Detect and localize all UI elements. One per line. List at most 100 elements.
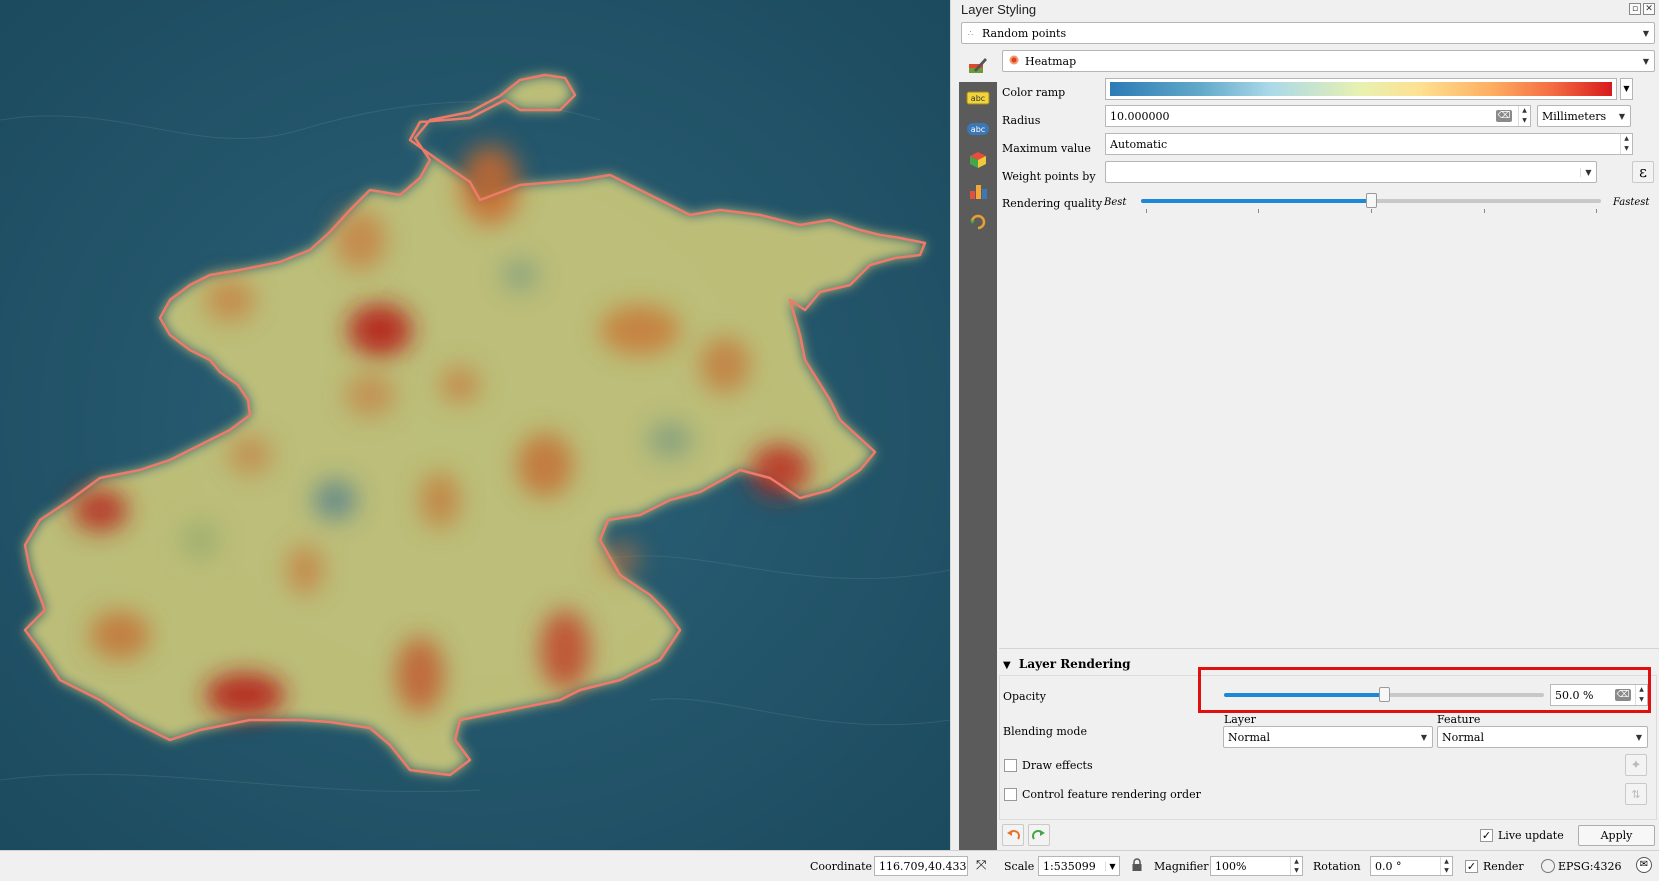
opacity-label: Opacity [1003,690,1046,703]
magnifier-input[interactable]: 100% ▲ ▼ [1210,856,1303,876]
coordinate-label: Coordinate [810,860,873,873]
max-value-label: Maximum value [1002,142,1091,155]
label-blue-icon[interactable]: abc [959,113,997,144]
chevron-down-icon: ▼ [1642,56,1650,66]
layer-blend-select[interactable]: Normal ▼ [1223,726,1433,748]
coordinate-input[interactable]: 116.709,40.433 [874,856,968,876]
svg-text:abc: abc [971,94,985,103]
draw-effects-label: Draw effects [1022,759,1093,772]
lock-icon[interactable] [1131,858,1143,872]
slider-tick [1371,209,1372,213]
chevron-down-icon: ▼ [1105,861,1119,871]
feature-blend-select[interactable]: Normal ▼ [1437,726,1648,748]
clear-icon[interactable]: ⌫ [1496,110,1512,122]
radius-unit-value: Millimeters [1542,109,1607,123]
map-canvas[interactable] [0,0,950,850]
rotation-spinner[interactable]: ▲ ▼ [1440,857,1452,875]
blend-layer-label: Layer [1224,713,1256,726]
messages-icon[interactable]: ✉ [1636,857,1652,873]
slider-tick [1596,209,1597,213]
quality-label: Rendering quality [1002,197,1103,210]
chevron-down-icon: ▼ [1580,167,1596,177]
expression-icon[interactable]: ε [1632,161,1654,183]
close-icon[interactable]: ✕ [1643,3,1655,15]
heatmap-icon [1003,55,1019,68]
rotation-label: Rotation [1313,860,1361,873]
layer-rendering-header[interactable]: ▼ Layer Rendering [1003,657,1131,671]
layer-select[interactable]: ∴ Random points ▼ [961,22,1655,44]
scale-select[interactable]: 1:535099 ▼ [1038,856,1120,876]
paintbrush-icon[interactable] [963,54,991,78]
float-icon[interactable]: ▫ [1629,3,1641,15]
chevron-down-icon: ▼ [1642,28,1650,38]
panel-splitter[interactable] [950,0,959,850]
chevron-down-icon: ▼ [1420,732,1428,742]
scale-label: Scale [1004,860,1035,873]
section-divider [999,648,1659,649]
magnifier-label: Magnifier [1154,860,1209,873]
radius-spinner[interactable]: ▲ ▼ [1518,106,1530,126]
3d-cube-icon[interactable] [959,144,997,175]
color-ramp-label: Color ramp [1002,86,1066,99]
slider-tick [1484,209,1485,213]
color-ramp-button[interactable] [1105,78,1617,100]
quality-slider-fill [1141,199,1371,203]
radius-input[interactable]: 10.000000 ⌫ ▲ ▼ [1105,105,1531,127]
opacity-highlight-box [1198,667,1651,713]
blending-mode-label: Blending mode [1003,725,1087,738]
slider-tick [1146,209,1147,213]
renderer-select[interactable]: Heatmap ▼ [1002,50,1655,72]
globe-icon[interactable] [1541,859,1555,873]
quality-slider[interactable] [1141,193,1601,213]
renderer-value: Heatmap [1025,54,1077,68]
diagram-icon[interactable] [959,175,997,206]
render-checkbox[interactable]: ✓ [1465,860,1478,873]
slider-tick [1258,209,1259,213]
rotation-value: 0.0 ° [1375,859,1402,873]
weight-label: Weight points by [1002,170,1096,183]
effects-star-icon[interactable]: ✦ [1625,754,1647,776]
scale-value: 1:535099 [1043,859,1096,873]
panel-title: Layer Styling [961,2,1037,17]
magnifier-value: 100% [1215,859,1247,873]
quality-slider-handle[interactable] [1366,193,1377,208]
svg-text:abc: abc [971,125,985,134]
radius-label: Radius [1002,114,1041,127]
weight-select[interactable]: ▼ [1105,161,1597,183]
control-order-label: Control feature rendering order [1022,788,1201,801]
live-update-checkbox[interactable]: ✓ [1480,829,1493,842]
max-value-value: Automatic [1110,137,1168,151]
rotation-input[interactable]: 0.0 ° ▲ ▼ [1370,856,1453,876]
quality-fastest-label: Fastest [1613,197,1650,208]
layer-select-value: Random points [982,26,1067,40]
history-icon[interactable] [959,206,997,237]
style-tab-strip: abc abc [959,82,997,850]
feature-blend-value: Normal [1442,730,1485,744]
draw-effects-checkbox[interactable] [1004,759,1017,772]
label-yellow-icon[interactable]: abc [959,82,997,113]
radius-unit-select[interactable]: Millimeters ▼ [1537,105,1631,127]
live-update-label: Live update [1498,829,1564,842]
color-ramp-dropdown[interactable]: ▼ [1620,78,1633,100]
redo-icon[interactable] [1028,824,1050,846]
max-value-spinner[interactable]: ▲ ▼ [1620,134,1632,154]
control-order-checkbox[interactable] [1004,788,1017,801]
undo-icon[interactable] [1002,824,1024,846]
points-icon: ∴ [968,28,974,38]
magnifier-spinner[interactable]: ▲ ▼ [1290,857,1302,875]
chevron-down-icon: ▼ [1618,111,1626,121]
status-bar: Coordinate 116.709,40.433 ⤧ Scale 1:5350… [0,850,1659,881]
quality-best-label: Best [1104,197,1127,208]
chevron-down-icon: ▼ [1635,732,1643,742]
apply-button[interactable]: Apply [1578,825,1655,846]
blend-feature-label: Feature [1437,713,1481,726]
layer-rendering-title: Layer Rendering [1018,657,1131,671]
sort-order-icon[interactable]: ⇅ [1625,783,1647,805]
collapse-triangle-icon: ▼ [1003,660,1011,671]
layer-blend-value: Normal [1228,730,1271,744]
mouse-pointer-icon[interactable]: ⤧ [976,858,986,873]
color-ramp-gradient [1110,82,1612,96]
heatmap-map [0,0,950,850]
max-value-input[interactable]: Automatic ▲ ▼ [1105,133,1633,155]
crs-label[interactable]: EPSG:4326 [1558,860,1621,873]
